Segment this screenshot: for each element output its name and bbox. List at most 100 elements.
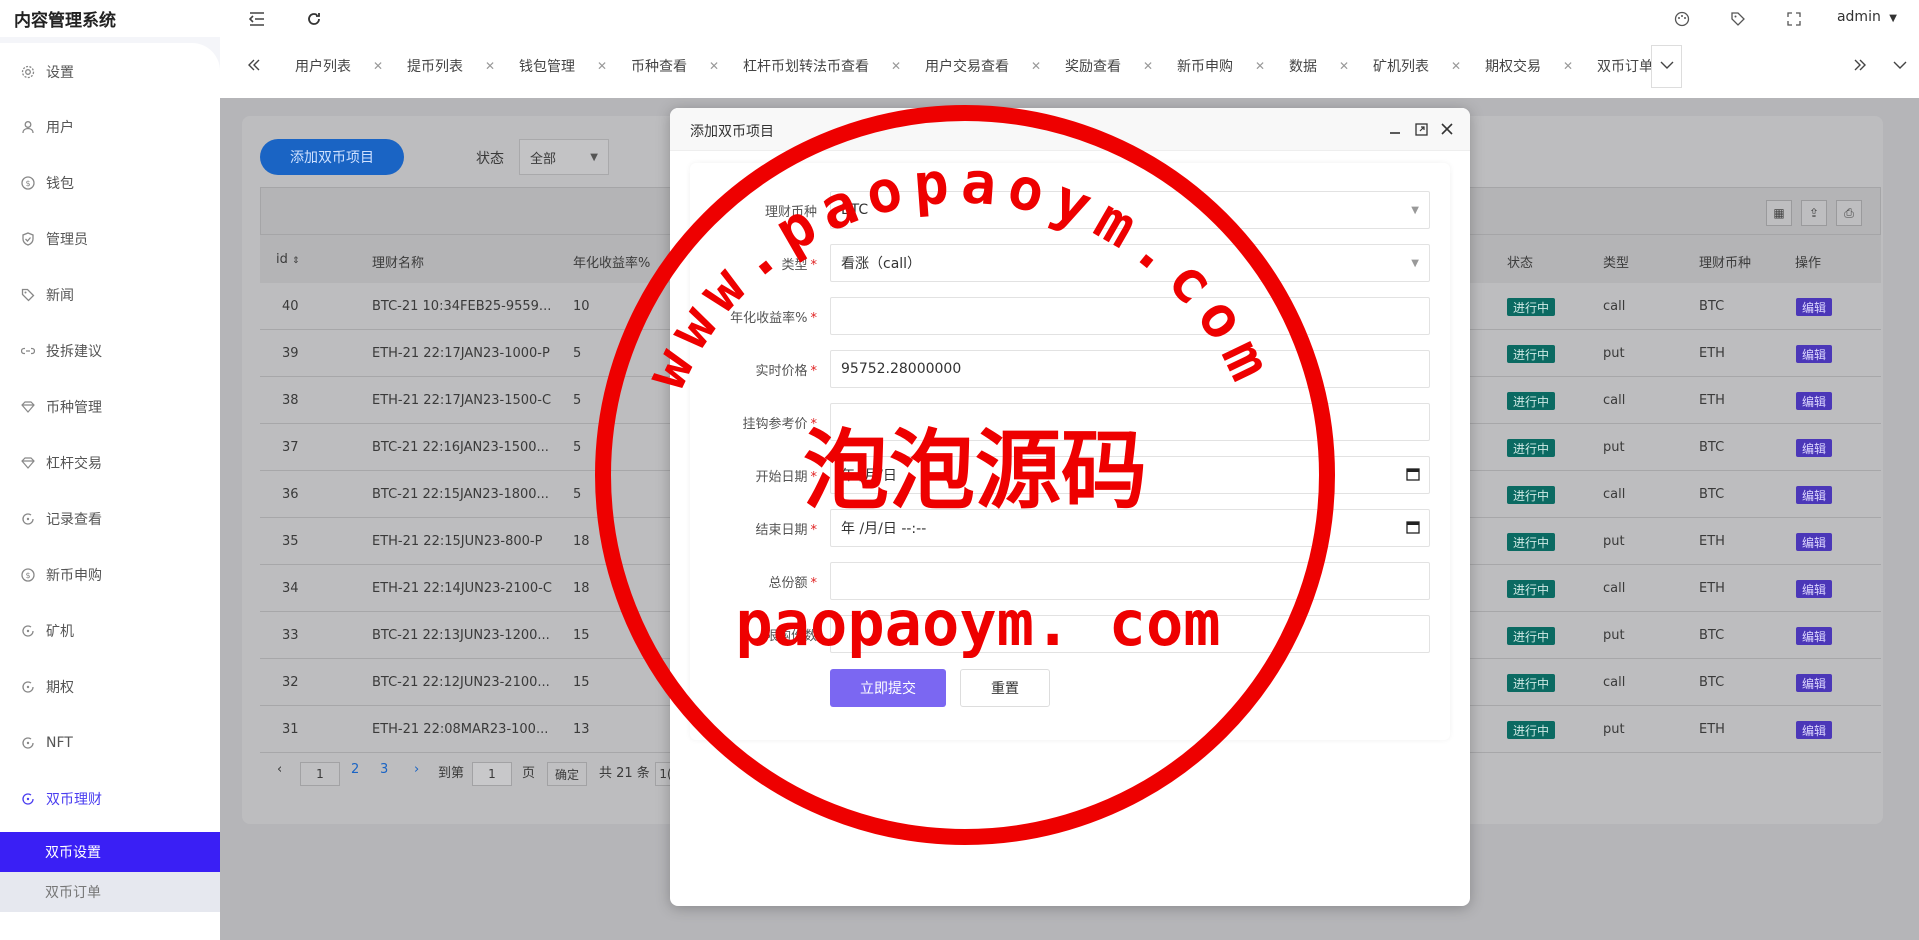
date-placeholder: 年 /月/日 (841, 468, 897, 484)
purchase-limit-input[interactable] (830, 615, 1430, 653)
tab-withdraw-list[interactable]: 提币列表 ✕ (407, 53, 495, 79)
close-icon[interactable]: ✕ (709, 59, 719, 73)
close-icon[interactable]: ✕ (373, 59, 383, 73)
sidebar-item-leverage[interactable]: 杠杆交易 (0, 445, 220, 481)
edit-button[interactable]: 编辑 (1796, 533, 1833, 551)
close-icon[interactable]: ✕ (891, 59, 901, 73)
tab-dropdown-button[interactable] (1651, 45, 1682, 88)
theme-palette-icon[interactable] (1672, 9, 1692, 29)
next-page-icon[interactable]: › (414, 762, 419, 777)
goto-page-input[interactable]: 1 (472, 762, 512, 786)
sidebar-item-wallet[interactable]: $ 钱包 (0, 165, 220, 201)
tag-icon[interactable] (1728, 9, 1748, 29)
close-icon[interactable]: ✕ (1143, 59, 1153, 73)
sidebar-subitem-dual-orders[interactable]: 双币订单 (0, 872, 220, 912)
close-icon[interactable]: ✕ (1451, 59, 1461, 73)
fullscreen-icon[interactable] (1784, 9, 1804, 29)
page-3[interactable]: 3 (380, 762, 388, 777)
add-dual-project-button[interactable]: 添加双币项目 (260, 139, 404, 175)
sidebar-item-dual-currency[interactable]: 双币理财 (0, 781, 220, 817)
page-1[interactable]: 1 (300, 762, 340, 786)
col-header-id[interactable]: id ⇕ (276, 252, 300, 267)
chevron-down-icon (1660, 59, 1674, 74)
edit-button[interactable]: 编辑 (1796, 627, 1833, 645)
sidebar-item-settings[interactable]: 设置 (0, 54, 220, 90)
chevron-down-icon[interactable] (1886, 51, 1914, 79)
sidebar-item-new-coin[interactable]: $ 新币申购 (0, 557, 220, 593)
close-icon[interactable] (1437, 119, 1457, 139)
user-menu[interactable]: admin ▼ (1837, 9, 1897, 25)
close-icon[interactable]: ✕ (1563, 59, 1573, 73)
sidebar-subitem-dual-settings[interactable]: 双币设置 (0, 832, 220, 872)
submit-button[interactable]: 立即提交 (830, 669, 946, 707)
sidebar-item-nft[interactable]: NFT (0, 725, 220, 761)
page-2[interactable]: 2 (351, 762, 359, 777)
live-price-input[interactable]: 95752.28000000 (830, 350, 1430, 388)
start-date-input[interactable]: 年 /月/日 (830, 456, 1430, 494)
edit-button[interactable]: 编辑 (1796, 486, 1833, 504)
tab-data[interactable]: 数据 ✕ (1289, 53, 1349, 79)
sidebar-item-coins[interactable]: 币种管理 (0, 389, 220, 425)
close-icon[interactable]: ✕ (1339, 59, 1349, 73)
close-icon[interactable]: ✕ (1031, 59, 1041, 73)
sidebar-item-records[interactable]: 记录查看 (0, 501, 220, 537)
calendar-icon[interactable] (1406, 467, 1420, 481)
tab-leverage-transfer[interactable]: 杠杆币划转法币查看 ✕ (743, 53, 901, 79)
tab-dual-orders[interactable]: 双币订单 (1597, 53, 1651, 79)
edit-button[interactable]: 编辑 (1796, 721, 1833, 739)
tab-coins[interactable]: 币种查看 ✕ (631, 53, 719, 79)
sidebar-item-admins[interactable]: 管理员 (0, 221, 220, 257)
sort-icon[interactable]: ⇕ (292, 256, 300, 266)
sidebar-item-users[interactable]: 用户 (0, 109, 220, 145)
close-icon[interactable]: ✕ (1255, 59, 1265, 73)
type-select[interactable]: 看涨（call） ▼ (830, 244, 1430, 282)
minimize-icon[interactable] (1385, 119, 1405, 139)
print-icon[interactable]: ⎙ (1836, 200, 1862, 226)
sidebar-item-miner[interactable]: 矿机 (0, 613, 220, 649)
refresh-icon[interactable] (304, 9, 324, 29)
edit-button[interactable]: 编辑 (1796, 439, 1833, 457)
edit-button[interactable]: 编辑 (1796, 345, 1833, 363)
status-filter-select[interactable]: 全部 ▼ (519, 139, 609, 175)
dialog-title: 添加双币项目 (690, 124, 774, 140)
reference-price-input[interactable] (830, 403, 1430, 441)
close-icon[interactable]: ✕ (485, 59, 495, 73)
tab-wallet[interactable]: 钱包管理 ✕ (519, 53, 607, 79)
sidebar-item-label: 投拆建议 (46, 344, 102, 360)
sidebar-item-options[interactable]: 期权 (0, 669, 220, 705)
calendar-icon[interactable] (1406, 520, 1420, 534)
dollar-circle-icon: $ (20, 567, 36, 583)
goto-confirm-button[interactable]: 确定 (547, 762, 587, 786)
export-icon[interactable]: ⇪ (1801, 200, 1827, 226)
reset-button[interactable]: 重置 (960, 669, 1050, 707)
menu-collapse-icon[interactable] (247, 9, 267, 29)
edit-button[interactable]: 编辑 (1796, 298, 1833, 316)
maximize-icon[interactable] (1411, 119, 1431, 139)
columns-icon[interactable]: ▦ (1766, 200, 1792, 226)
tab-options[interactable]: 期权交易 ✕ (1485, 53, 1573, 79)
tab-user-list[interactable]: 用户列表 ✕ (295, 53, 383, 79)
edit-button[interactable]: 编辑 (1796, 674, 1833, 692)
sidebar-item-feedback[interactable]: 投拆建议 (0, 333, 220, 369)
tab-miner-list[interactable]: 矿机列表 ✕ (1373, 53, 1461, 79)
rotate-icon (20, 791, 36, 807)
shield-check-icon (20, 231, 36, 247)
close-icon[interactable]: ✕ (597, 59, 607, 73)
edit-button[interactable]: 编辑 (1796, 392, 1833, 410)
total-shares-input[interactable] (830, 562, 1430, 600)
sidebar-item-news[interactable]: 新闻 (0, 277, 220, 313)
tab-label: 提币列表 (407, 59, 463, 75)
double-chevron-left-icon[interactable] (240, 51, 268, 79)
tab-label: 杠杆币划转法币查看 (743, 59, 869, 75)
end-date-input[interactable]: 年 /月/日 --:-- (830, 509, 1430, 547)
tab-user-trades[interactable]: 用户交易查看 ✕ (925, 53, 1041, 79)
annual-rate-input[interactable] (830, 297, 1430, 335)
tab-new-coin[interactable]: 新币申购 ✕ (1177, 53, 1265, 79)
sidebar-item-label: 杠杆交易 (46, 456, 102, 472)
prev-page-icon[interactable]: ‹ (277, 762, 282, 777)
edit-button[interactable]: 编辑 (1796, 580, 1833, 598)
caret-down-icon: ▼ (590, 152, 598, 163)
coin-select[interactable]: BTC ▼ (830, 191, 1430, 229)
double-chevron-right-icon[interactable] (1846, 51, 1874, 79)
tab-rewards[interactable]: 奖励查看 ✕ (1065, 53, 1153, 79)
